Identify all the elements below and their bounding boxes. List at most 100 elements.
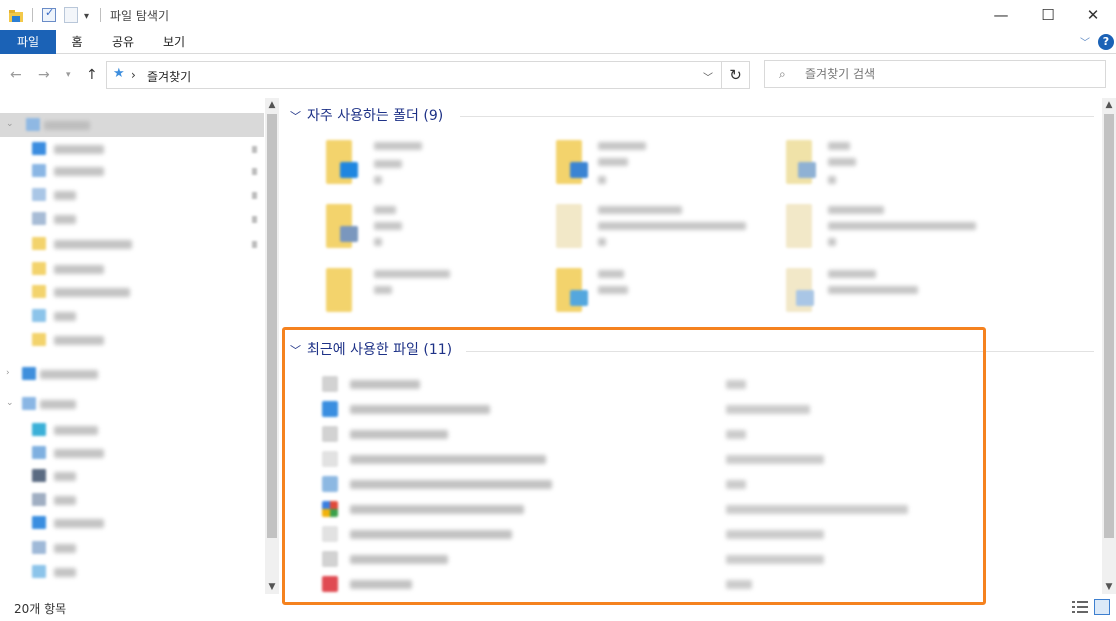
- pin-icon: [598, 238, 606, 246]
- expand-ribbon-icon[interactable]: ﹀: [1080, 34, 1090, 49]
- nav-item[interactable]: ›: [0, 362, 264, 386]
- nav-item[interactable]: [0, 511, 264, 535]
- nav-item[interactable]: [0, 232, 264, 256]
- tab-file[interactable]: 파일: [0, 30, 56, 54]
- tab-view[interactable]: 보기: [154, 30, 194, 54]
- up-button[interactable]: ↑: [86, 64, 98, 86]
- scroll-down-icon[interactable]: ▼: [265, 582, 279, 592]
- nav-item-quick-access[interactable]: ⌄: [0, 113, 264, 137]
- address-history-icon[interactable]: ﹀: [703, 69, 713, 84]
- folder-tile[interactable]: [742, 136, 952, 192]
- scroll-down-icon[interactable]: ▼: [1102, 582, 1116, 592]
- nav-item[interactable]: [0, 441, 264, 465]
- folder-icon: [32, 516, 46, 529]
- search-input[interactable]: [805, 66, 1095, 82]
- recent-file-row[interactable]: [312, 522, 952, 546]
- recent-file-row[interactable]: [312, 572, 952, 596]
- scrollbar-thumb[interactable]: [1104, 114, 1114, 538]
- recent-locations-icon[interactable]: ▾: [66, 64, 71, 86]
- chevron-down-icon[interactable]: ﹀: [290, 344, 301, 357]
- chevron-down-icon[interactable]: ﹀: [290, 110, 301, 123]
- file-name: [350, 380, 420, 389]
- folder-tile[interactable]: [512, 200, 746, 256]
- new-folder-icon[interactable]: [64, 7, 78, 23]
- nav-item[interactable]: [0, 536, 264, 560]
- search-box[interactable]: ⌕: [764, 60, 1106, 88]
- pin-icon: [374, 176, 382, 184]
- recent-file-row[interactable]: [312, 547, 952, 571]
- folder-location: [374, 222, 402, 230]
- nav-item-label: [44, 121, 90, 130]
- nav-item[interactable]: [0, 207, 264, 231]
- folder-icon: [786, 204, 812, 248]
- minimize-button[interactable]: —: [978, 0, 1024, 30]
- maximize-button[interactable]: ☐: [1025, 0, 1071, 30]
- folder-icon: [32, 469, 46, 482]
- recent-files-header[interactable]: ﹀ 최근에 사용한 파일 (11): [290, 340, 452, 360]
- nav-item[interactable]: [0, 464, 264, 488]
- nav-item-label: [54, 449, 104, 458]
- recent-file-row[interactable]: [312, 372, 952, 396]
- content-scrollbar[interactable]: ▲ ▼: [1102, 98, 1116, 594]
- tab-share[interactable]: 공유: [104, 30, 142, 54]
- details-view-icon[interactable]: [1072, 600, 1088, 614]
- navigation-scrollbar[interactable]: ▲ ▼: [265, 98, 279, 594]
- pin-icon: [252, 192, 257, 199]
- folder-name: [828, 270, 876, 278]
- scroll-up-icon[interactable]: ▲: [265, 100, 279, 110]
- chevron-down-icon[interactable]: ⌄: [6, 398, 14, 408]
- help-button[interactable]: ?: [1098, 34, 1114, 50]
- forward-button[interactable]: →: [38, 64, 50, 86]
- pin-icon: [828, 176, 836, 184]
- scroll-up-icon[interactable]: ▲: [1102, 100, 1116, 110]
- nav-item[interactable]: [0, 280, 264, 304]
- folder-location: [598, 158, 628, 166]
- file-icon: [322, 501, 338, 517]
- breadcrumb[interactable]: 즐겨찾기: [147, 68, 191, 85]
- folder-tile[interactable]: [282, 200, 492, 256]
- quick-access-star-icon: ★: [113, 66, 125, 81]
- navigation-pane: ⌄ › ⌄: [0, 98, 264, 594]
- recent-file-row[interactable]: [312, 397, 952, 421]
- file-location: [726, 505, 908, 514]
- folder-icon: [32, 237, 46, 250]
- folder-tile[interactable]: [742, 264, 952, 320]
- nav-item[interactable]: ⌄: [0, 392, 264, 416]
- frequent-folders-header[interactable]: ﹀ 자주 사용하는 폴더 (9): [290, 106, 443, 126]
- recent-file-row[interactable]: [312, 447, 952, 471]
- folder-icon: [32, 309, 46, 322]
- nav-item-label: [54, 215, 76, 224]
- nav-item[interactable]: [0, 328, 264, 352]
- file-icon: [322, 576, 338, 592]
- properties-icon[interactable]: [42, 6, 56, 22]
- close-button[interactable]: ✕: [1070, 0, 1116, 30]
- address-bar[interactable]: ★ › 즐겨찾기 ﹀: [106, 61, 722, 89]
- folder-tile[interactable]: [512, 264, 722, 320]
- nav-item[interactable]: [0, 304, 264, 328]
- recent-file-row[interactable]: [312, 472, 952, 496]
- breadcrumb-separator[interactable]: ›: [131, 68, 136, 82]
- nav-item[interactable]: [0, 560, 264, 584]
- folder-tile[interactable]: [282, 136, 492, 192]
- back-button[interactable]: ←: [10, 64, 22, 86]
- nav-item[interactable]: [0, 418, 264, 442]
- nav-item[interactable]: [0, 137, 264, 161]
- folder-tile[interactable]: [742, 200, 976, 256]
- large-icons-view-icon[interactable]: [1094, 599, 1110, 615]
- file-icon: [322, 551, 338, 567]
- scrollbar-thumb[interactable]: [267, 114, 277, 538]
- recent-file-row[interactable]: [312, 497, 952, 521]
- refresh-button[interactable]: ↻: [722, 61, 750, 89]
- folder-location: [828, 286, 918, 294]
- nav-item[interactable]: [0, 488, 264, 512]
- nav-item[interactable]: [0, 183, 264, 207]
- chevron-right-icon[interactable]: ›: [6, 368, 10, 378]
- customize-quick-access-icon[interactable]: ▾: [84, 7, 89, 25]
- nav-item[interactable]: [0, 159, 264, 183]
- recent-file-row[interactable]: [312, 422, 952, 446]
- tab-home[interactable]: 홈: [60, 30, 94, 54]
- chevron-down-icon[interactable]: ⌄: [6, 119, 14, 129]
- nav-item[interactable]: [0, 257, 264, 281]
- folder-tile[interactable]: [282, 264, 492, 320]
- folder-tile[interactable]: [512, 136, 722, 192]
